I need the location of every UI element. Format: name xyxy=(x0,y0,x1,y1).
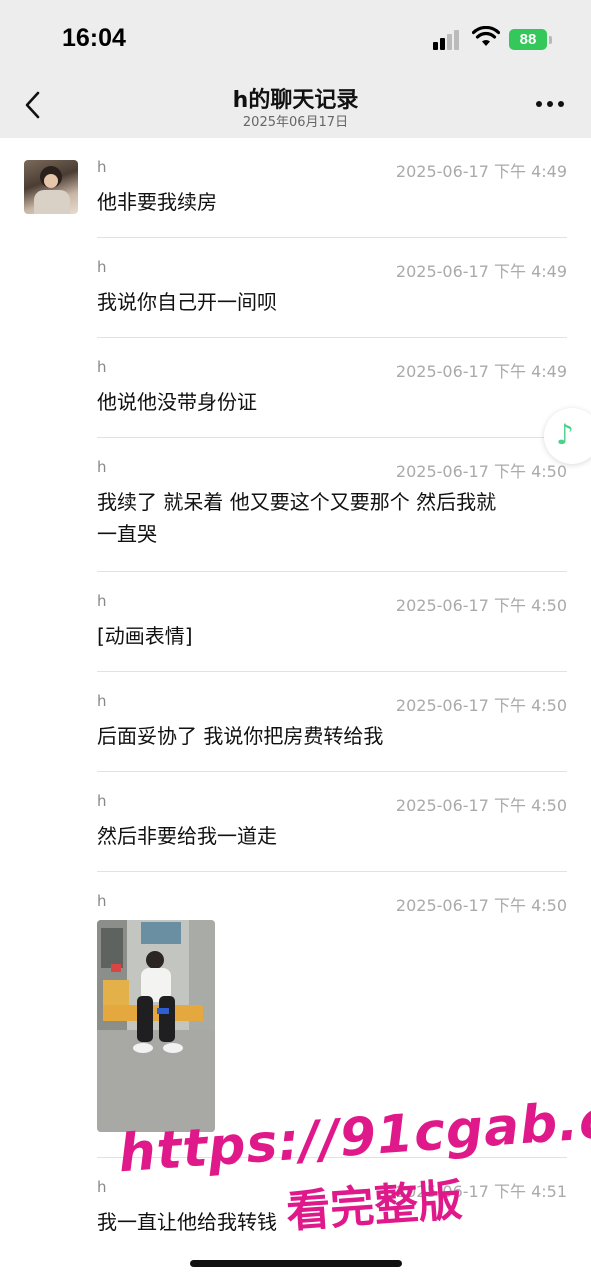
wifi-icon xyxy=(472,26,500,46)
music-float-button[interactable]: ♪ xyxy=(544,408,591,464)
battery-nub xyxy=(549,36,552,44)
message-text: 我说你自己开一间呗 xyxy=(97,290,277,314)
message-text: 他说他没带身份证 xyxy=(97,390,257,414)
message-item: h 2025-06-17 下午 4:49 我说你自己开一间呗 xyxy=(97,238,567,338)
message-timestamp: 2025-06-17 下午 4:50 xyxy=(395,462,567,481)
sender-name: h xyxy=(97,158,107,176)
message-text-line: 一直哭 xyxy=(97,522,157,546)
message-timestamp: 2025-06-17 下午 4:49 xyxy=(395,162,567,181)
nav-header: h的聊天记录 2025年06月17日 xyxy=(0,80,591,138)
cellular-signal-icon xyxy=(433,30,465,50)
message-timestamp: 2025-06-17 下午 4:50 xyxy=(395,596,567,615)
sender-name: h xyxy=(97,692,107,710)
watermark-text: 看完整版 xyxy=(284,1174,464,1239)
message-item: h 2025-06-17 下午 4:50 我续了 就呆着 他又要这个又要那个 然… xyxy=(97,438,567,572)
message-timestamp: 2025-06-17 下午 4:50 xyxy=(395,796,567,815)
status-time: 16:04 xyxy=(62,24,126,52)
page-subtitle: 2025年06月17日 xyxy=(242,115,349,130)
message-timestamp: 2025-06-17 下午 4:49 xyxy=(395,362,567,381)
sender-name: h xyxy=(97,792,107,810)
message-text-line: 我续了 就呆着 他又要这个又要那个 然后我就 xyxy=(97,490,497,514)
message-timestamp: 2025-06-17 下午 4:50 xyxy=(395,696,567,715)
avatar[interactable] xyxy=(24,160,78,214)
message-item: h 2025-06-17 下午 4:49 他非要我续房 xyxy=(97,138,567,238)
page-title: h的聊天记录 xyxy=(232,88,359,113)
sender-name: h xyxy=(97,892,107,910)
home-indicator xyxy=(190,1260,402,1267)
message-text: 然后非要给我一道走 xyxy=(97,824,277,848)
message-item: h 2025-06-17 下午 4:50 后面妥协了 我说你把房费转给我 xyxy=(97,672,567,772)
message-timestamp: 2025-06-17 下午 4:50 xyxy=(395,896,567,915)
sender-name: h xyxy=(97,258,107,276)
message-item: h 2025-06-17 下午 4:50 然后非要给我一道走 xyxy=(97,772,567,872)
message-timestamp: 2025-06-17 下午 4:49 xyxy=(395,262,567,281)
sender-name: h xyxy=(97,458,107,476)
message-text: 我续了 就呆着 他又要这个又要那个 然后我就 一直哭 xyxy=(97,486,567,550)
message-text: 后面妥协了 我说你把房费转给我 xyxy=(97,724,384,748)
message-item: h 2025-06-17 下午 4:50 [动画表情] xyxy=(97,572,567,672)
message-text: [动画表情] xyxy=(97,624,193,648)
sender-name: h xyxy=(97,358,107,376)
sender-name: h xyxy=(97,1178,107,1196)
more-dots-icon[interactable] xyxy=(536,101,566,109)
message-photo[interactable] xyxy=(97,920,215,1132)
message-item: h 2025-06-17 下午 4:49 他说他没带身份证 xyxy=(97,338,567,438)
music-note-icon: ♪ xyxy=(556,418,574,451)
subway-photo-graphic xyxy=(97,920,215,1132)
sender-name: h xyxy=(97,592,107,610)
battery-icon: 88 xyxy=(509,29,547,50)
status-bar: 16:04 88 xyxy=(0,0,591,80)
message-text: 他非要我续房 xyxy=(97,190,217,214)
